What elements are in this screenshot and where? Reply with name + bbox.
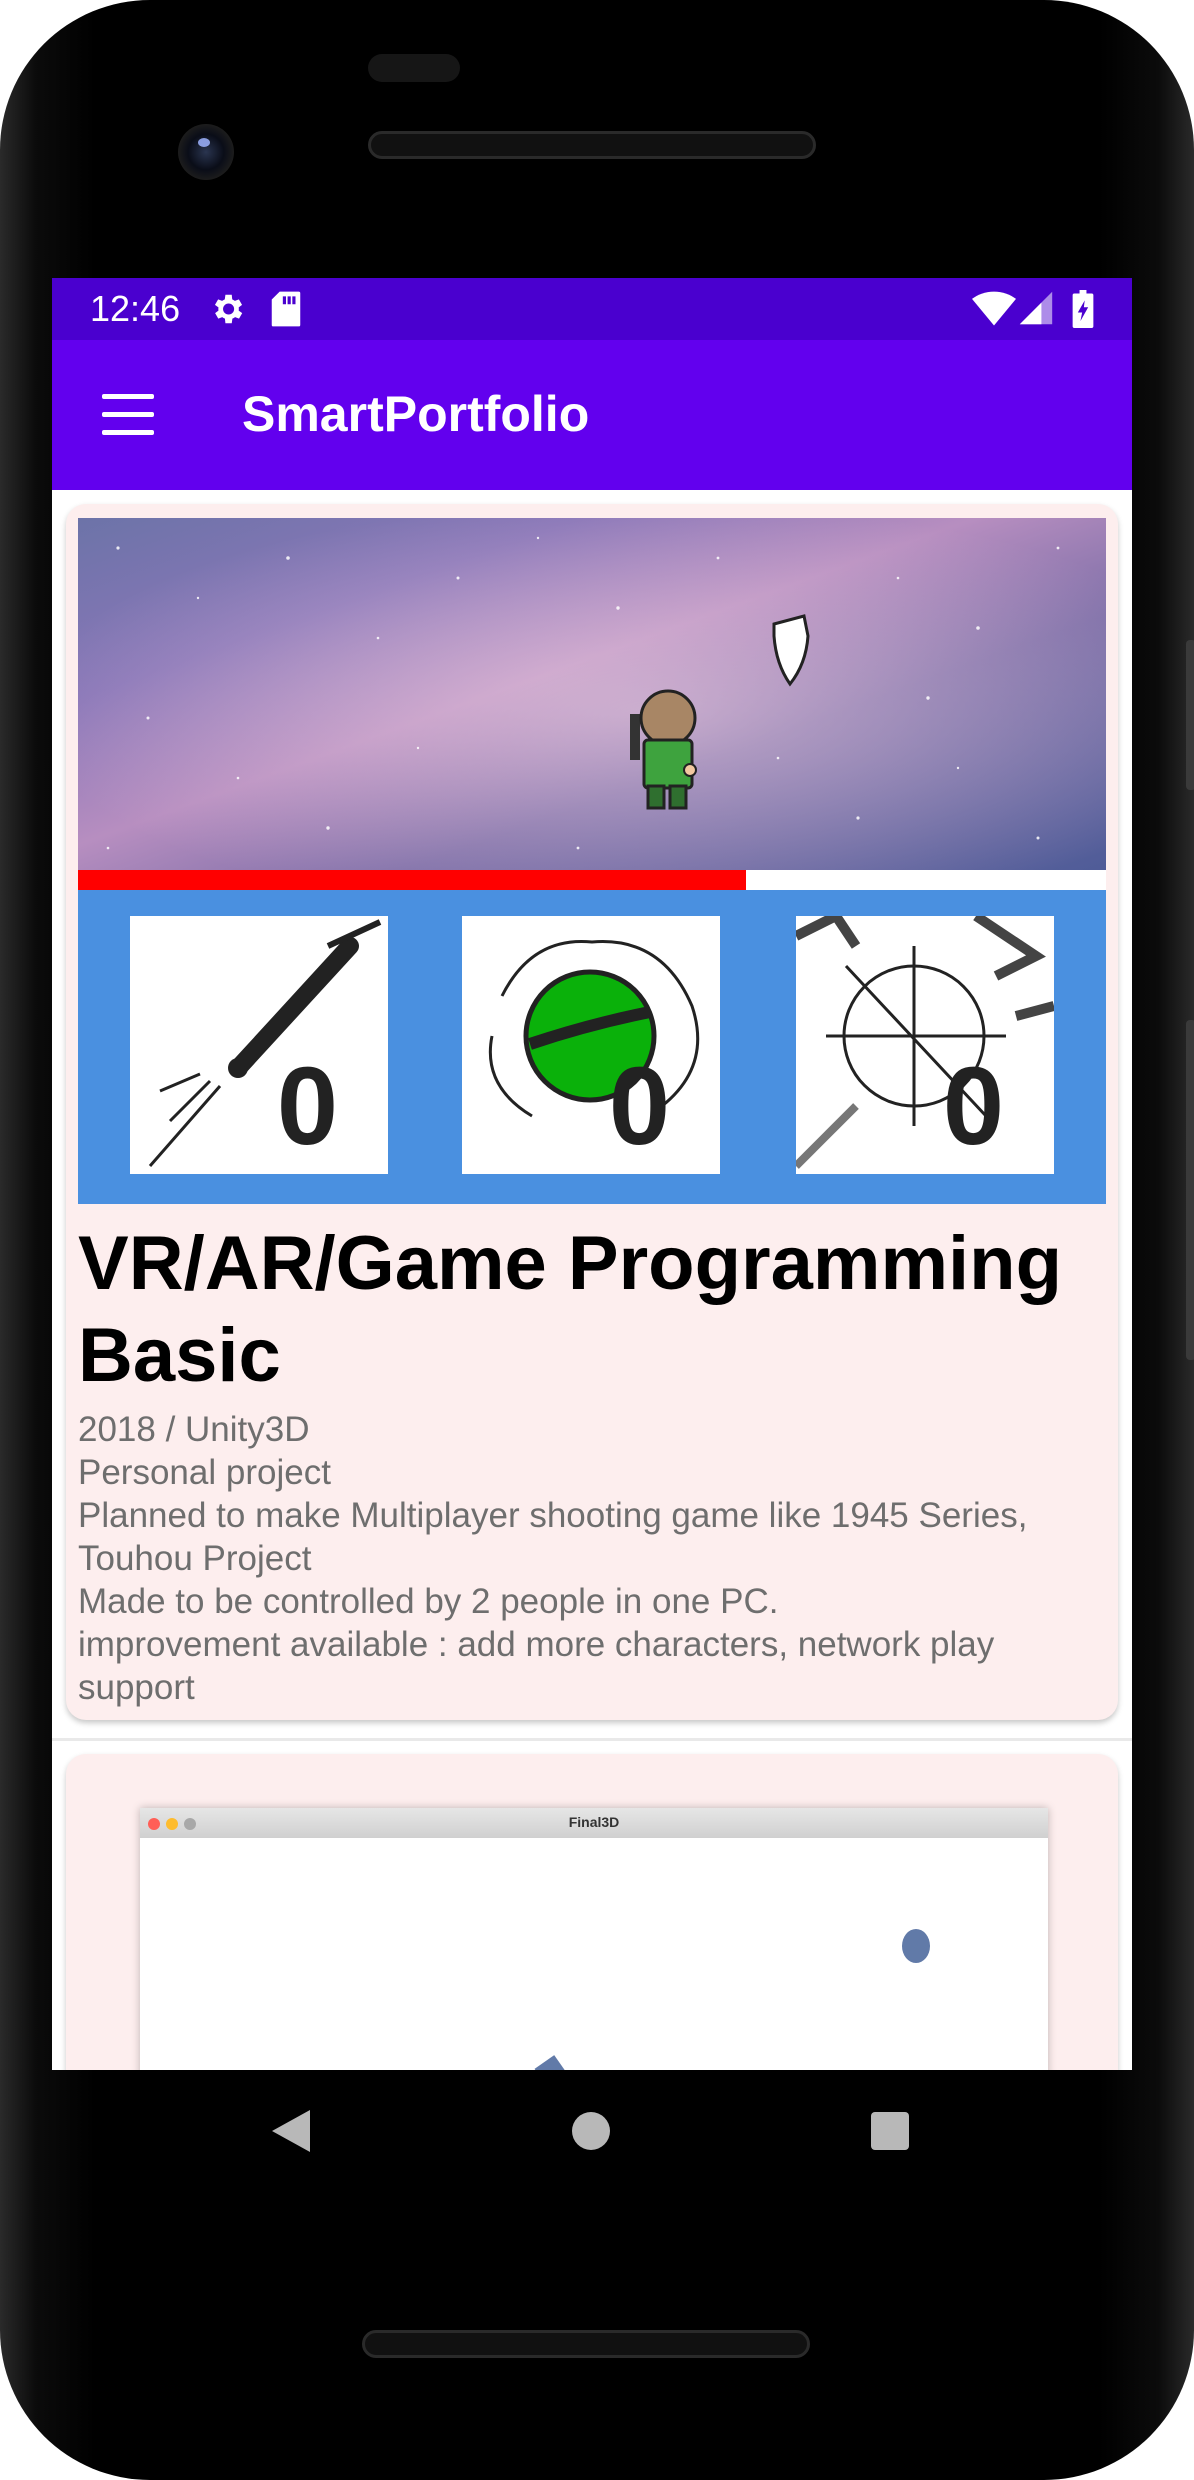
top-speaker — [368, 131, 816, 159]
bomb-count: 0 — [608, 1045, 670, 1168]
front-camera — [178, 124, 234, 180]
recents-icon[interactable] — [870, 2111, 910, 2151]
signal-icon — [1018, 290, 1054, 331]
back-icon[interactable] — [270, 2108, 312, 2154]
status-time: 12:46 — [90, 288, 181, 329]
wifi-icon — [972, 290, 1016, 333]
project-title: VR/AR/Game Programming Basic — [78, 1221, 1062, 1398]
phone-frame: 12:46 SmartPortfolio 0 0 0 VR/AR/Game Pr… — [0, 0, 1194, 2480]
project-type: Personal project — [78, 1453, 331, 1492]
project-description-line: Planned to make Multiplayer shooting gam… — [78, 1496, 1028, 1578]
health-bar-fill — [78, 870, 747, 890]
bomb-icon — [488, 939, 700, 1118]
game-hud-panel: 0 0 0 — [78, 890, 1106, 1204]
bomb-counter: 0 — [462, 916, 720, 1174]
project-description: 2018 / Unity3D Personal project Planned … — [78, 1408, 1098, 1709]
power-button — [1186, 1020, 1194, 1360]
project-screenshot: 0 0 0 — [78, 518, 1106, 1218]
app-title: SmartPortfolio — [242, 386, 590, 442]
project-description-line: Made to be controlled by 2 people in one… — [78, 1582, 779, 1621]
app-bar: SmartPortfolio — [52, 340, 1132, 490]
battery-icon — [1072, 290, 1094, 333]
project-list[interactable]: 0 0 0 VR/AR/Game Programming Basic 2018 … — [52, 490, 1132, 2070]
project-description-line: improvement available : add more charact… — [78, 1625, 995, 1707]
settings-icon — [208, 290, 246, 333]
project-card[interactable]: Final3D — [66, 1754, 1118, 2070]
list-divider — [52, 1738, 1132, 1741]
crosshair-icon — [796, 916, 1054, 1169]
bottom-speaker — [362, 2330, 810, 2358]
status-bar: 12:46 — [52, 278, 1132, 340]
gun-icon — [148, 919, 382, 1167]
screen: 12:46 SmartPortfolio 0 0 0 VR/AR/Game Pr… — [52, 278, 1132, 2070]
health-bar — [78, 870, 1106, 890]
hamburger-menu-icon[interactable] — [100, 392, 156, 438]
target-counter: 0 — [796, 916, 1054, 1174]
target-count: 0 — [942, 1045, 1004, 1168]
game-scene — [534, 1929, 930, 2070]
volume-button — [1186, 640, 1194, 790]
project-screenshot: Final3D — [140, 1808, 1048, 2070]
system-nav-bar — [0, 2070, 1194, 2200]
project-meta: 2018 / Unity3D — [78, 1410, 310, 1449]
earpiece — [368, 54, 460, 82]
weapon-counter: 0 — [130, 916, 388, 1174]
home-icon[interactable] — [571, 2111, 611, 2151]
game-background — [78, 518, 1106, 870]
project-card[interactable]: 0 0 0 VR/AR/Game Programming Basic 2018 … — [66, 504, 1118, 1720]
sd-card-icon — [270, 290, 302, 333]
window-titlebar: Final3D — [140, 1808, 1048, 1838]
window-title: Final3D — [568, 1814, 620, 1830]
weapon-count: 0 — [276, 1045, 338, 1168]
